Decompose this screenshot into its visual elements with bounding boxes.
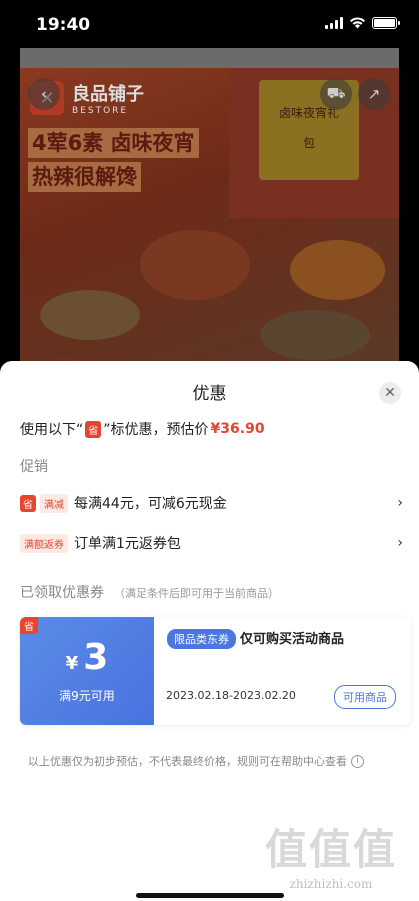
headline-line-2: 热辣很解馋 (28, 162, 141, 192)
claimed-subtitle: （满足条件后即可用于当前商品） (114, 587, 279, 600)
cart-icon[interactable]: ⛟ (320, 78, 352, 110)
brand-name-en: BESTORE (72, 106, 129, 116)
banner-headline: 4荤6素 卤味夜宵 热辣很解馋 (28, 128, 199, 196)
estimate-price: ¥36.90 (210, 421, 265, 437)
coupon-amount: ¥ 3 (20, 637, 154, 678)
coupon-corner-tag: 省 (20, 617, 38, 634)
share-icon[interactable]: ↗ (358, 78, 390, 110)
sheng-tag: 省 (20, 494, 36, 512)
status-bar: 19:40 (0, 0, 419, 48)
coupon-currency: ¥ (65, 653, 79, 674)
watermark-url: zhizhizhi.com (289, 877, 373, 891)
promo-section-label: 促销 (20, 459, 48, 475)
chevron-right-icon: › (397, 535, 403, 551)
coupon-description: 仅可购买活动商品 (240, 632, 345, 647)
home-indicator[interactable] (136, 893, 284, 898)
food-image (140, 230, 250, 300)
watermark-logo: 值值值 zhizhizhi.com (265, 816, 397, 891)
footnote: 以上优惠仅为初步预估，不代表最终价格，规则可在帮助中心查看 i (28, 753, 364, 769)
discount-sheet: 优惠 ✕ 使用以下“ 省 ”标优惠，预估价 ¥36.90 促销 省 满减 每满4… (0, 361, 419, 901)
coupon-value-panel: 省 ¥ 3 满9元可用 (20, 617, 154, 725)
coupon-date-range: 2023.02.18-2023.02.20 (166, 689, 296, 702)
food-image (260, 310, 370, 360)
promo-text: 订单满1元返券包 (74, 536, 181, 552)
chevron-right-icon: › (397, 495, 403, 511)
sheet-title: 优惠 (192, 384, 227, 404)
food-image (290, 240, 385, 300)
estimate-prefix: 使用以下“ (20, 422, 84, 438)
promo-row-coupon-return[interactable]: 满额返券 订单满1元返券包 › (20, 533, 403, 553)
close-icon[interactable]: ✕ (379, 382, 401, 404)
coupon-condition: 满9元可用 (59, 689, 115, 703)
coupon-amount-value: 3 (83, 637, 109, 678)
cellular-signal-icon (325, 17, 343, 29)
promo-text: 每满44元，可减6元现金 (74, 496, 227, 512)
brand-name: 良品铺子 (72, 84, 144, 105)
claimed-title: 已领取优惠券 (20, 585, 104, 601)
status-time: 19:40 (36, 15, 91, 35)
estimate-line: 使用以下“ 省 ”标优惠，预估价 ¥36.90 (20, 419, 265, 439)
sheng-tag: 省 (85, 420, 102, 438)
available-products-button[interactable]: 可用商品 (334, 685, 396, 709)
promo-row-full-reduction[interactable]: 省 满减 每满44元，可减6元现金 › (20, 493, 403, 513)
wifi-icon (350, 17, 365, 29)
promo-tag: 满减 (40, 493, 68, 513)
back-icon[interactable]: ‹ (28, 78, 60, 110)
info-icon[interactable]: i (351, 754, 364, 768)
headline-line-1: 4荤6素 卤味夜宵 (28, 128, 199, 158)
footnote-text: 以上优惠仅为初步预估，不代表最终价格，规则可在帮助中心查看 (28, 755, 347, 768)
claimed-coupons-header: 已领取优惠券 （满足条件后即可用于当前商品） (20, 582, 279, 602)
battery-icon (372, 17, 400, 29)
product-page-background: 卤味夜宵礼包 ✕ 良品铺子 BESTORE 4荤6素 卤味夜宵 热辣很解馋 到手… (20, 20, 399, 400)
promo-tag: 满额返券 (20, 533, 68, 553)
coupon-type-badge: 限品类东券 (167, 629, 236, 649)
food-image (40, 290, 140, 340)
estimate-mid: ”标优惠，预估价 (103, 422, 209, 438)
watermark-big: 值值值 (265, 825, 398, 874)
coupon-card: 省 ¥ 3 满9元可用 限品类东券 仅可购买活动商品 2023.02.18-20… (20, 617, 411, 725)
